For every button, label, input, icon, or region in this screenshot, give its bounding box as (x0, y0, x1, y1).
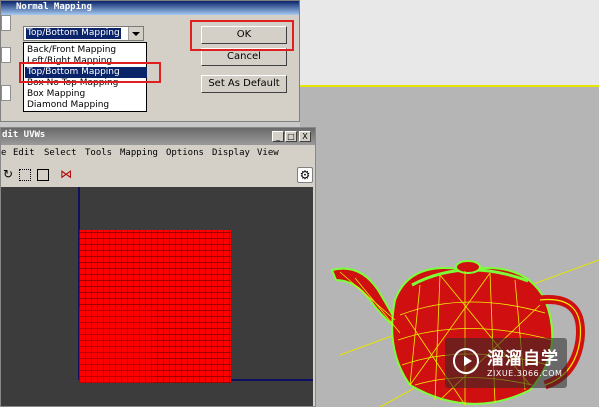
uvw-menu-bar: e Edit Select Tools Mapping Options Disp… (1, 145, 315, 163)
menu-select[interactable]: Select (44, 148, 77, 158)
dialog-title: Normal Mapping (16, 2, 92, 12)
set-as-default-button[interactable]: Set As Default (201, 75, 287, 93)
freeform-icon[interactable] (19, 169, 31, 181)
uvw-window-title: dit UVWs (2, 130, 46, 140)
normal-mapping-dialog: Normal Mapping Top/Bottom Mapping Back/F… (0, 0, 300, 122)
menu-view[interactable]: View (257, 148, 279, 158)
highlight-box-ok (190, 20, 294, 51)
partial-control (1, 47, 11, 63)
uv-quadrant (79, 308, 154, 383)
mapping-type-dropdown[interactable]: Top/Bottom Mapping (23, 26, 144, 41)
watermark: 溜溜自学 ZIXUE.3066.COM (445, 338, 567, 388)
close-button[interactable]: X (299, 131, 311, 142)
uvw-toolbar: ↻ ⋈ ⚙ (1, 163, 315, 187)
scale-icon[interactable] (37, 169, 49, 181)
minimize-button[interactable]: _ (272, 131, 284, 142)
background-window-fragment (1, 15, 15, 107)
highlight-box-option (19, 62, 161, 83)
chevron-down-icon[interactable] (128, 27, 143, 40)
mirror-icon[interactable]: ⋈ (59, 167, 73, 181)
maximize-button[interactable]: □ (285, 131, 297, 142)
uv-axis-horizontal (231, 379, 313, 381)
dialog-title-bar[interactable]: Normal Mapping (1, 1, 299, 15)
rotate-icon[interactable]: ↻ (1, 167, 15, 181)
watermark-title: 溜溜自学 (487, 349, 559, 369)
option-back-front-mapping[interactable]: Back/Front Mapping (25, 45, 147, 56)
menu-tools[interactable]: Tools (85, 148, 112, 158)
play-logo-icon (453, 348, 479, 374)
menu-file-partial[interactable]: e (1, 148, 6, 158)
watermark-subtitle: ZIXUE.3066.COM (487, 369, 563, 378)
menu-edit[interactable]: Edit (13, 148, 35, 158)
menu-display[interactable]: Display (212, 148, 250, 158)
edit-uvws-window: dit UVWs _ □ X e Edit Select Tools Mappi… (0, 127, 316, 407)
uv-editor-canvas[interactable] (1, 187, 313, 406)
top-background (300, 0, 599, 85)
dropdown-selected-value: Top/Bottom Mapping (26, 28, 121, 39)
options-icon[interactable]: ⚙ (297, 167, 313, 183)
menu-options[interactable]: Options (166, 148, 204, 158)
partial-control (1, 15, 11, 31)
option-diamond-mapping[interactable]: Diamond Mapping (25, 100, 147, 111)
partial-control (1, 85, 11, 101)
uv-mesh[interactable] (79, 230, 231, 383)
uvw-title-bar[interactable]: dit UVWs _ □ X (1, 128, 315, 145)
menu-mapping[interactable]: Mapping (120, 148, 158, 158)
option-box-mapping[interactable]: Box Mapping (25, 89, 147, 100)
